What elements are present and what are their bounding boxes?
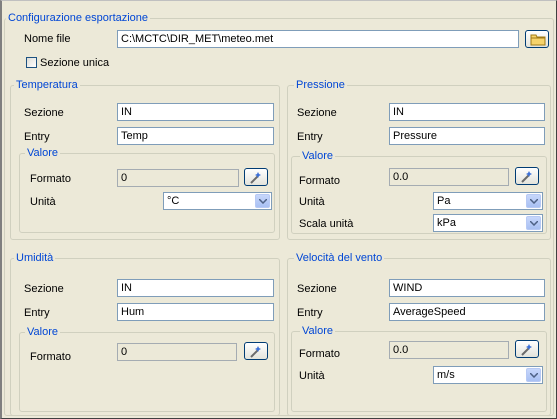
pressure-entry-label: Entry — [297, 131, 323, 143]
pressure-format-label: Formato — [299, 175, 340, 187]
pressure-section-input[interactable]: IN — [389, 103, 545, 121]
pressure-value-title: Valore — [300, 150, 335, 162]
wind-unit-select[interactable]: m/s — [433, 366, 543, 384]
export-config-title: Configurazione esportazione — [6, 12, 151, 24]
pressure-section-label: Sezione — [297, 107, 337, 119]
wand-icon — [250, 346, 261, 358]
humidity-entry-input[interactable]: Hum — [117, 303, 274, 321]
wind-entry-input[interactable]: AverageSpeed — [389, 303, 545, 321]
temperature-section-input[interactable]: IN — [117, 103, 274, 121]
pressure-format-button[interactable] — [515, 167, 539, 185]
file-name-label: Nome file — [24, 33, 71, 45]
temperature-section-label: Sezione — [24, 107, 64, 119]
wind-title: Velocità del vento — [294, 252, 385, 264]
chevron-down-icon[interactable] — [526, 368, 541, 382]
humidity-format-input[interactable]: 0 — [117, 343, 237, 361]
temperature-unit-label: Unità — [30, 196, 56, 208]
wind-section-input[interactable]: WIND — [389, 279, 545, 297]
temperature-format-input[interactable]: 0 — [117, 169, 239, 187]
humidity-format-button[interactable] — [244, 342, 268, 360]
browse-button[interactable] — [525, 30, 549, 48]
pressure-unit-select[interactable]: Pa — [433, 192, 543, 210]
pressure-unit-value: Pa — [437, 195, 451, 207]
wind-format-input[interactable]: 0.0 — [389, 341, 509, 359]
wand-icon — [521, 344, 532, 356]
wind-unit-value: m/s — [437, 369, 455, 381]
humidity-section-label: Sezione — [24, 283, 64, 295]
file-name-input[interactable]: C:\MCTC\DIR_MET\meteo.met — [117, 30, 519, 48]
wand-icon — [250, 172, 261, 184]
wind-format-label: Formato — [299, 348, 340, 360]
temperature-unit-value: °C — [167, 195, 180, 207]
temperature-entry-input[interactable]: Temp — [117, 127, 274, 145]
humidity-entry-label: Entry — [24, 307, 50, 319]
temperature-value-title: Valore — [25, 147, 60, 159]
wind-unit-label: Unità — [299, 370, 325, 382]
chevron-down-icon[interactable] — [526, 194, 541, 208]
temperature-unit-select[interactable]: °C — [163, 192, 272, 210]
wand-icon — [521, 171, 532, 183]
wind-entry-label: Entry — [297, 307, 323, 319]
pressure-scale-select[interactable]: kPa — [433, 214, 543, 232]
temperature-entry-label: Entry — [24, 131, 50, 143]
pressure-format-input[interactable]: 0.0 — [389, 168, 509, 186]
pressure-scale-label: Scala unità — [299, 218, 354, 230]
wind-format-button[interactable] — [515, 340, 539, 358]
humidity-format-label: Formato — [30, 351, 71, 363]
single-section-label: Sezione unica — [40, 57, 110, 69]
chevron-down-icon[interactable] — [255, 194, 270, 208]
single-section-checkbox[interactable] — [26, 57, 37, 68]
wind-section-label: Sezione — [297, 283, 337, 295]
pressure-scale-value: kPa — [437, 217, 456, 229]
humidity-value-title: Valore — [25, 326, 60, 338]
temperature-format-label: Formato — [30, 173, 71, 185]
temperature-title: Temperatura — [14, 79, 80, 91]
pressure-title: Pressione — [294, 79, 347, 91]
pressure-unit-label: Unità — [299, 196, 325, 208]
folder-icon — [530, 34, 546, 46]
wind-value-title: Valore — [300, 325, 335, 337]
chevron-down-icon[interactable] — [526, 216, 541, 230]
humidity-section-input[interactable]: IN — [117, 279, 274, 297]
temperature-format-button[interactable] — [244, 168, 268, 186]
humidity-title: Umidità — [14, 252, 56, 264]
pressure-entry-input[interactable]: Pressure — [389, 127, 545, 145]
